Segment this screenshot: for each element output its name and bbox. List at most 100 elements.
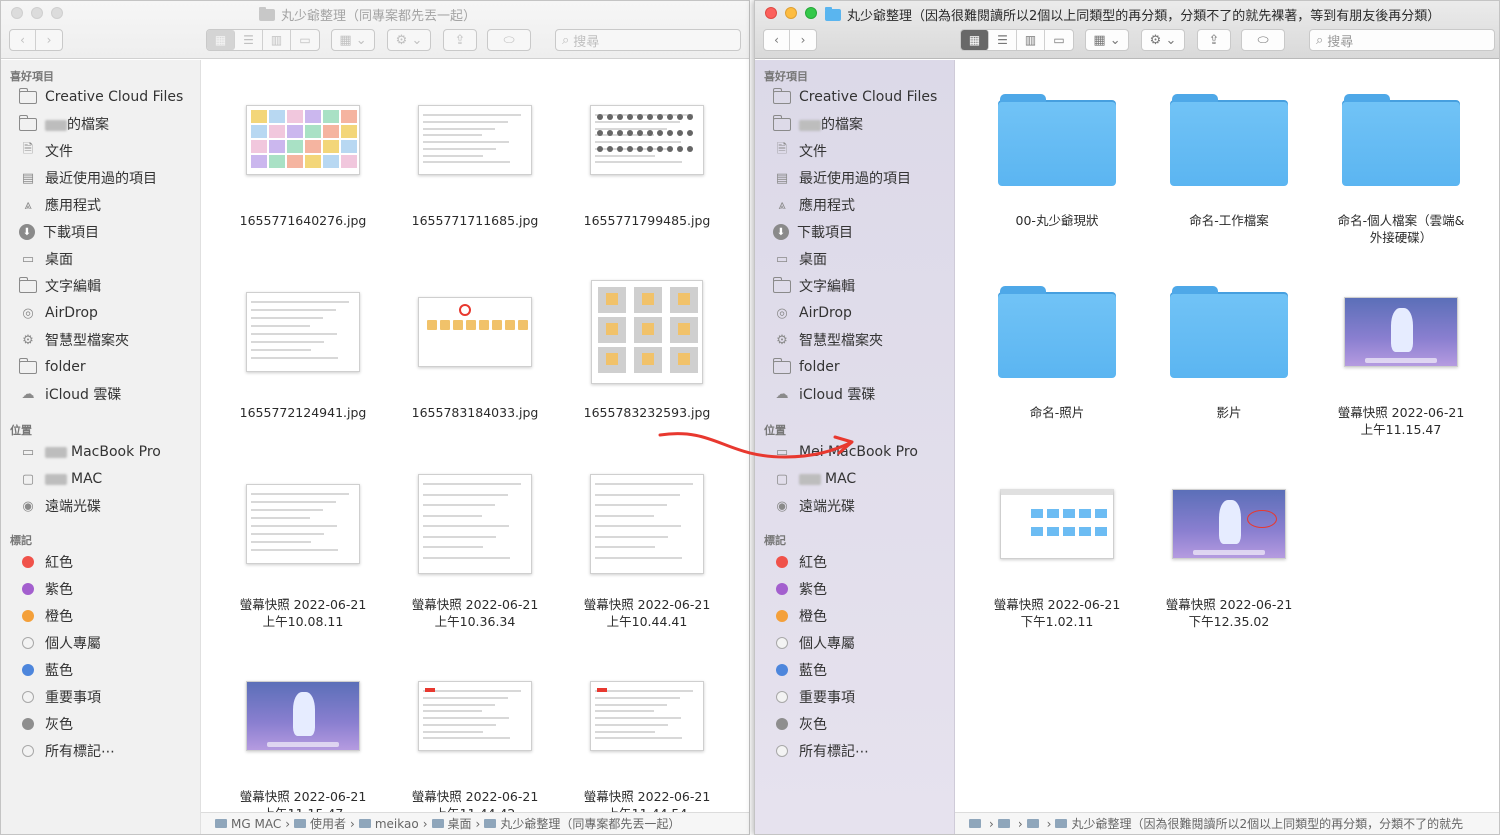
sidebar-item[interactable]: ◎ AirDrop	[773, 302, 852, 324]
forward-button[interactable]: ›	[790, 30, 816, 50]
sidebar-item[interactable]: ▭ MacBook Pro	[19, 441, 161, 463]
zoom-button[interactable]	[51, 7, 63, 19]
sidebar-tag[interactable]: 重要事項	[773, 686, 855, 708]
close-button[interactable]	[11, 7, 23, 19]
file-item[interactable]: 1655771799485.jpg	[565, 80, 729, 229]
file-item[interactable]: 00-丸少爺現狀	[975, 80, 1139, 229]
sidebar-item[interactable]: Creative Cloud Files	[18, 86, 183, 108]
sidebar-item[interactable]: 🗎 文件	[773, 140, 827, 162]
sidebar-item[interactable]: 文字編輯	[772, 275, 855, 297]
sidebar-item[interactable]: 文字編輯	[18, 275, 101, 297]
sidebar-item[interactable]: ▤ 最近使用過的項目	[773, 167, 911, 189]
list-view-button[interactable]: ☰	[989, 30, 1017, 50]
list-view-button[interactable]: ☰	[235, 30, 263, 50]
file-item[interactable]: 螢幕快照 2022-06-21上午11.15.47	[221, 656, 385, 822]
search-field[interactable]: ⌕ 搜尋	[555, 29, 741, 51]
forward-button[interactable]: ›	[36, 30, 62, 50]
gallery-view-button[interactable]: ▭	[1045, 30, 1073, 50]
back-button[interactable]: ‹	[10, 30, 36, 50]
sidebar-tag[interactable]: 橙色	[19, 605, 73, 627]
sidebar-tag[interactable]: 紅色	[19, 551, 73, 573]
sidebar-item[interactable]: ☁ iCloud 雲碟	[19, 383, 122, 405]
path-item[interactable]: 丸少爺整理（因為很難閱讀所以2個以上同類型的再分類，分類不了的就先	[1071, 815, 1463, 832]
sidebar-tag[interactable]: 紫色	[773, 578, 827, 600]
sidebar-item[interactable]: ◉ 遠端光碟	[19, 495, 101, 517]
file-item[interactable]: 螢幕快照 2022-06-21 上午10.36.34	[393, 464, 557, 630]
sidebar-item[interactable]: 🗎 文件	[19, 140, 73, 162]
gallery-view-button[interactable]: ▭	[291, 30, 319, 50]
path-item[interactable]: meikao	[375, 817, 419, 831]
file-item[interactable]: 1655771711685.jpg	[393, 80, 557, 229]
file-item[interactable]: 螢幕快照 2022-06-21上午11.15.47	[1319, 272, 1483, 438]
file-item[interactable]: 螢幕快照 2022-06-21 下午1.02.11	[975, 464, 1139, 630]
sidebar-item[interactable]: ⩓ 應用程式	[19, 194, 101, 216]
file-item[interactable]: 螢幕快照 2022-06-21 上午10.44.41	[565, 464, 729, 630]
close-button[interactable]	[765, 7, 777, 19]
group-button[interactable]: ▦ ⌄	[331, 29, 375, 51]
action-gear-button[interactable]: ⚙ ⌄	[1141, 29, 1185, 51]
file-item[interactable]: 螢幕快照 2022-06-21 下午12.35.02	[1147, 464, 1311, 630]
path-item[interactable]: 使用者	[310, 815, 346, 832]
file-item[interactable]: 1655783184033.jpg	[393, 272, 557, 421]
sidebar-item[interactable]: ⬇ 下載項目	[773, 221, 853, 243]
sidebar-tag[interactable]: 紫色	[19, 578, 73, 600]
sidebar-tag[interactable]: 個人專屬	[19, 632, 101, 654]
sidebar-tag[interactable]: 所有標記⋯	[19, 740, 115, 762]
sidebar-tag[interactable]: 藍色	[19, 659, 73, 681]
sidebar-tag[interactable]: 所有標記⋯	[773, 740, 869, 762]
sidebar-item[interactable]: ◉ 遠端光碟	[773, 495, 855, 517]
sidebar-tag[interactable]: 橙色	[773, 605, 827, 627]
sidebar-tag[interactable]: 灰色	[19, 713, 73, 735]
sidebar-item[interactable]: ⚙ 智慧型檔案夾	[773, 329, 883, 351]
sidebar-item[interactable]: ▢ MAC	[19, 468, 102, 490]
column-view-button[interactable]: ▥	[1017, 30, 1045, 50]
sidebar-item[interactable]: ⬇ 下載項目	[19, 221, 99, 243]
file-item[interactable]: 命名-個人檔案（雲端& 外接硬碟）	[1319, 80, 1483, 246]
sidebar-item[interactable]: 的檔案	[772, 113, 863, 135]
column-view-button[interactable]: ▥	[263, 30, 291, 50]
sidebar-item[interactable]: ⚙ 智慧型檔案夾	[19, 329, 129, 351]
sidebar-tag[interactable]: 灰色	[773, 713, 827, 735]
file-item[interactable]: 命名-工作檔案	[1147, 80, 1311, 229]
icon-view-button[interactable]: ▦	[207, 30, 235, 50]
file-item[interactable]: 螢幕快照 2022-06-21上午11.44.42	[393, 656, 557, 822]
sidebar-tag[interactable]: 個人專屬	[773, 632, 855, 654]
sidebar-item[interactable]: ⩓ 應用程式	[773, 194, 855, 216]
sidebar-item[interactable]: 的檔案	[18, 113, 109, 135]
path-item[interactable]: MG MAC	[231, 817, 281, 831]
back-button[interactable]: ‹	[764, 30, 790, 50]
path-item[interactable]: 丸少爺整理（同專案都先丟一起）	[500, 815, 680, 832]
sidebar-item[interactable]: Creative Cloud Files	[772, 86, 937, 108]
file-item[interactable]: 1655783232593.jpg	[565, 272, 729, 421]
group-button[interactable]: ▦ ⌄	[1085, 29, 1129, 51]
path-item[interactable]: 桌面	[448, 815, 472, 832]
sidebar-item[interactable]: ▭ 桌面	[773, 248, 827, 270]
icon-view-button[interactable]: ▦	[961, 30, 989, 50]
sidebar-item[interactable]: ▭ 桌面	[19, 248, 73, 270]
tag-button[interactable]: ⬭	[487, 29, 531, 51]
file-item[interactable]: 1655772124941.jpg	[221, 272, 385, 421]
search-field[interactable]: ⌕ 搜尋	[1309, 29, 1495, 51]
sidebar-tag[interactable]: 重要事項	[19, 686, 101, 708]
minimize-button[interactable]	[31, 7, 43, 19]
share-button[interactable]: ⇪	[443, 29, 477, 51]
sidebar-item[interactable]: folder	[772, 356, 840, 378]
file-item[interactable]: 螢幕快照 2022-06-21 上午10.08.11	[221, 464, 385, 630]
share-button[interactable]: ⇪	[1197, 29, 1231, 51]
tag-button[interactable]: ⬭	[1241, 29, 1285, 51]
sidebar-item[interactable]: ▤ 最近使用過的項目	[19, 167, 157, 189]
file-item[interactable]: 影片	[1147, 272, 1311, 421]
file-item[interactable]: 1655771640276.jpg	[221, 80, 385, 229]
sidebar-item[interactable]: folder	[18, 356, 86, 378]
sidebar-item[interactable]: ☁ iCloud 雲碟	[773, 383, 876, 405]
sidebar-tag[interactable]: 藍色	[773, 659, 827, 681]
sidebar-item[interactable]: ▢ MAC	[773, 468, 856, 490]
file-item[interactable]: 命名-照片	[975, 272, 1139, 421]
minimize-button[interactable]	[785, 7, 797, 19]
file-item[interactable]: 螢幕快照 2022-06-21上午11.44.54	[565, 656, 729, 822]
sidebar-tag[interactable]: 紅色	[773, 551, 827, 573]
thumb-line	[423, 154, 483, 157]
zoom-button[interactable]	[805, 7, 817, 19]
sidebar-item[interactable]: ◎ AirDrop	[19, 302, 98, 324]
action-gear-button[interactable]: ⚙ ⌄	[387, 29, 431, 51]
